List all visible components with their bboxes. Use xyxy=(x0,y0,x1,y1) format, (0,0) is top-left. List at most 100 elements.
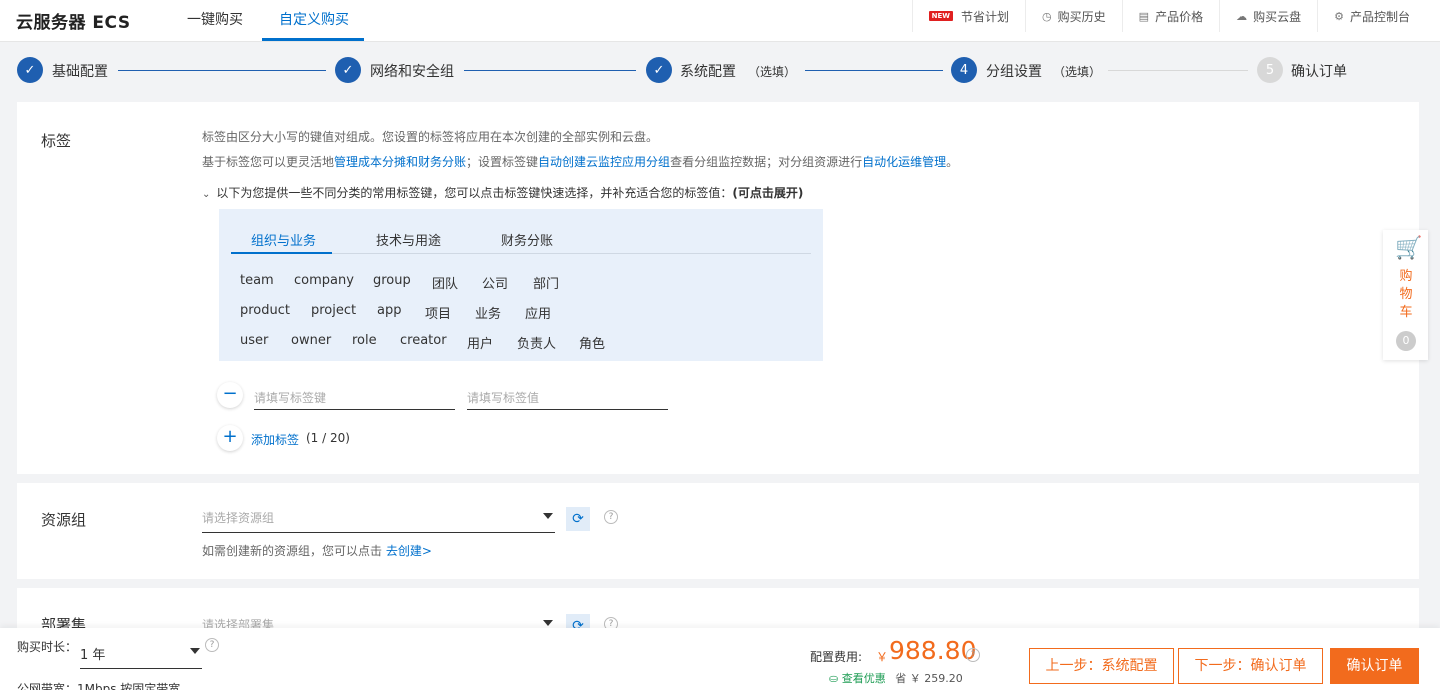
buy-cloud-disk-link[interactable]: ☁ 购买云盘 xyxy=(1219,0,1317,32)
tag-key-chip[interactable]: group xyxy=(373,273,411,288)
step-4-number: 4 xyxy=(951,57,977,83)
discount-info: ⛀ 查看优惠 省 ￥ 259.20 xyxy=(829,670,963,686)
tag-key-chip[interactable]: owner xyxy=(291,333,331,348)
prev-step-button[interactable]: 上一步：系统配置 xyxy=(1029,648,1174,684)
bandwidth-summary: 公网带宽：1Mbps 按固定带宽 xyxy=(17,682,181,690)
tag-key-chip[interactable]: app xyxy=(377,303,401,318)
step-3-optional-hint: （选填） xyxy=(748,65,797,79)
add-tag-plus-icon[interactable]: + xyxy=(217,425,243,451)
chevron-down-icon xyxy=(190,648,200,654)
step-connector xyxy=(805,70,943,71)
help-icon[interactable]: ? xyxy=(205,638,219,652)
remove-tag-button[interactable]: − xyxy=(217,382,243,408)
create-resource-group-link[interactable]: 去创建> xyxy=(386,544,432,558)
new-badge-icon: NEW xyxy=(928,11,954,21)
cloud-icon: ☁ xyxy=(1236,9,1248,23)
active-tag-tab-indicator xyxy=(231,252,332,254)
shopping-cart-widget[interactable]: 🛒 购物车 0 xyxy=(1383,230,1428,360)
resource-group-panel: 资源组 请选择资源组 ⟳ ? 如需创建新的资源组，您可以点击 去创建> xyxy=(17,483,1419,579)
step-5-label: 确认订单 xyxy=(1291,64,1347,80)
step-1-label[interactable]: 基础配置 xyxy=(52,61,108,81)
help-icon[interactable]: ? xyxy=(966,648,980,662)
chevron-down-icon xyxy=(543,620,553,626)
header-actions: NEW 节省计划 ◷ 购买历史 ▤ 产品价格 ☁ 购买云盘 ⚙ 产品控制台 xyxy=(911,0,1440,42)
cart-icon: 🛒 xyxy=(1395,236,1423,261)
savings-plan-link[interactable]: NEW 节省计划 xyxy=(911,0,1025,32)
tag-tab-finance[interactable]: 财务分账 xyxy=(501,230,553,249)
tag-tab-org-business[interactable]: 组织与业务 xyxy=(251,230,316,249)
cost-allocation-link[interactable]: 管理成本分摊和财务分账 xyxy=(334,155,466,169)
chevron-down-icon: ⌄ xyxy=(202,189,211,200)
tag-key-chip[interactable]: company xyxy=(294,273,354,288)
add-tag-link[interactable]: 添加标签 xyxy=(251,431,299,448)
document-icon: ▤ xyxy=(1138,9,1150,23)
tag-tab-tech-usage[interactable]: 技术与用途 xyxy=(376,230,441,249)
tag-key-chip[interactable]: 业务 xyxy=(475,303,501,322)
refresh-icon[interactable]: ⟳ xyxy=(566,507,590,531)
tag-key-chip[interactable]: 角色 xyxy=(579,333,605,352)
tag-key-chip[interactable]: creator xyxy=(400,333,447,348)
tag-key-chip[interactable]: user xyxy=(240,333,268,348)
tags-title: 标签 xyxy=(41,132,72,150)
tags-description: 标签由区分大小写的键值对组成。您设置的标签将应用在本次创建的全部实例和云盘。 xyxy=(202,130,659,144)
active-tab-indicator xyxy=(262,38,364,41)
step-4-optional-hint: （选填） xyxy=(1053,65,1102,79)
tag-key-chip[interactable]: 团队 xyxy=(432,273,458,292)
product-price-link[interactable]: ▤ 产品价格 xyxy=(1121,0,1219,32)
tag-key-chip[interactable]: 负责人 xyxy=(517,333,556,352)
resource-group-placeholder: 请选择资源组 xyxy=(202,511,275,525)
console-link[interactable]: ⚙ 产品控制台 xyxy=(1317,0,1440,32)
tag-key-chip[interactable]: 部门 xyxy=(533,273,559,292)
step-4-label: 分组设置 xyxy=(986,64,1042,80)
purchase-history-link[interactable]: ◷ 购买历史 xyxy=(1025,0,1122,32)
saving-amount: 省 ￥ 259.20 xyxy=(895,672,963,685)
product-price-label: 产品价格 xyxy=(1155,9,1204,24)
duration-value: 1 年 xyxy=(80,648,106,663)
duration-select[interactable]: 1 年 xyxy=(80,636,202,669)
step-2-label[interactable]: 网络和安全组 xyxy=(370,61,454,81)
automation-ops-link[interactable]: 自动化运维管理 xyxy=(862,155,946,169)
coupon-icon: ⛀ xyxy=(829,672,839,685)
tag-key-chip[interactable]: 公司 xyxy=(482,273,508,292)
step-2-check-icon[interactable]: ✓ xyxy=(335,57,361,83)
step-3-check-icon[interactable]: ✓ xyxy=(646,57,672,83)
tag-key-chip[interactable]: 项目 xyxy=(425,303,451,322)
tag-key-chip[interactable]: role xyxy=(352,333,377,348)
purchase-steps: ✓ 基础配置 ✓ 网络和安全组 ✓ 系统配置 （选填） 4 分组设置 （选填） … xyxy=(0,42,1440,100)
help-icon[interactable]: ? xyxy=(604,510,618,524)
tab-custom-buy[interactable]: 自定义购买 xyxy=(279,9,349,29)
step-connector xyxy=(464,70,636,71)
clock-icon: ◷ xyxy=(1042,9,1052,23)
tag-key-chip[interactable]: product xyxy=(240,303,290,318)
cart-count-badge: 0 xyxy=(1396,331,1416,351)
bottom-order-bar: 购买时长： 1 年 ? 公网带宽：1Mbps 按固定带宽 配置费用: ￥ 988… xyxy=(0,628,1440,690)
confirm-order-button[interactable]: 确认订单 xyxy=(1330,648,1419,684)
expander-text: 以下为您提供一些不同分类的常用标签键，您可以点击标签键快速选择，并补充适合您的标… xyxy=(216,186,733,200)
config-fee-amount: 988.80 xyxy=(889,636,977,665)
resource-group-hint: 如需创建新的资源组，您可以点击 去创建> xyxy=(202,542,432,559)
savings-plan-label: 节省计划 xyxy=(961,9,1010,24)
next-step-button[interactable]: 下一步：确认订单 xyxy=(1178,648,1323,684)
tag-key-chip[interactable]: team xyxy=(240,273,274,288)
tag-value-input[interactable] xyxy=(467,380,668,410)
cloud-monitor-group-link[interactable]: 自动创建云监控应用分组 xyxy=(538,155,670,169)
expander-bold-text: (可点击展开) xyxy=(732,186,804,200)
step-1-check-icon[interactable]: ✓ xyxy=(17,57,43,83)
tag-key-input[interactable] xyxy=(254,380,455,410)
view-discount-link[interactable]: 查看优惠 xyxy=(842,672,886,685)
step-3-label[interactable]: 系统配置 xyxy=(680,61,736,81)
tag-key-chip[interactable]: 用户 xyxy=(467,333,493,352)
cart-label: 购物车 xyxy=(1399,269,1413,320)
tag-key-chip[interactable]: project xyxy=(311,303,356,318)
resource-group-title: 资源组 xyxy=(41,511,87,529)
desc-text: 。 xyxy=(946,155,959,169)
tag-key-chip[interactable]: 应用 xyxy=(525,303,551,322)
purchase-history-label: 购买历史 xyxy=(1057,9,1106,24)
hint-text: 如需创建新的资源组，您可以点击 xyxy=(202,544,383,558)
tab-quick-buy[interactable]: 一键购买 xyxy=(187,9,243,29)
tags-usage-description: 基于标签您可以更灵活地管理成本分摊和财务分账；设置标签键自动创建云监控应用分组查… xyxy=(202,153,958,170)
tag-count: (1 / 20) xyxy=(306,431,350,445)
chevron-down-icon xyxy=(543,513,553,519)
resource-group-select[interactable]: 请选择资源组 xyxy=(202,505,555,533)
common-tags-expander[interactable]: ⌄ 以下为您提供一些不同分类的常用标签键，您可以点击标签键快速选择，并补充适合您的… xyxy=(202,184,803,201)
